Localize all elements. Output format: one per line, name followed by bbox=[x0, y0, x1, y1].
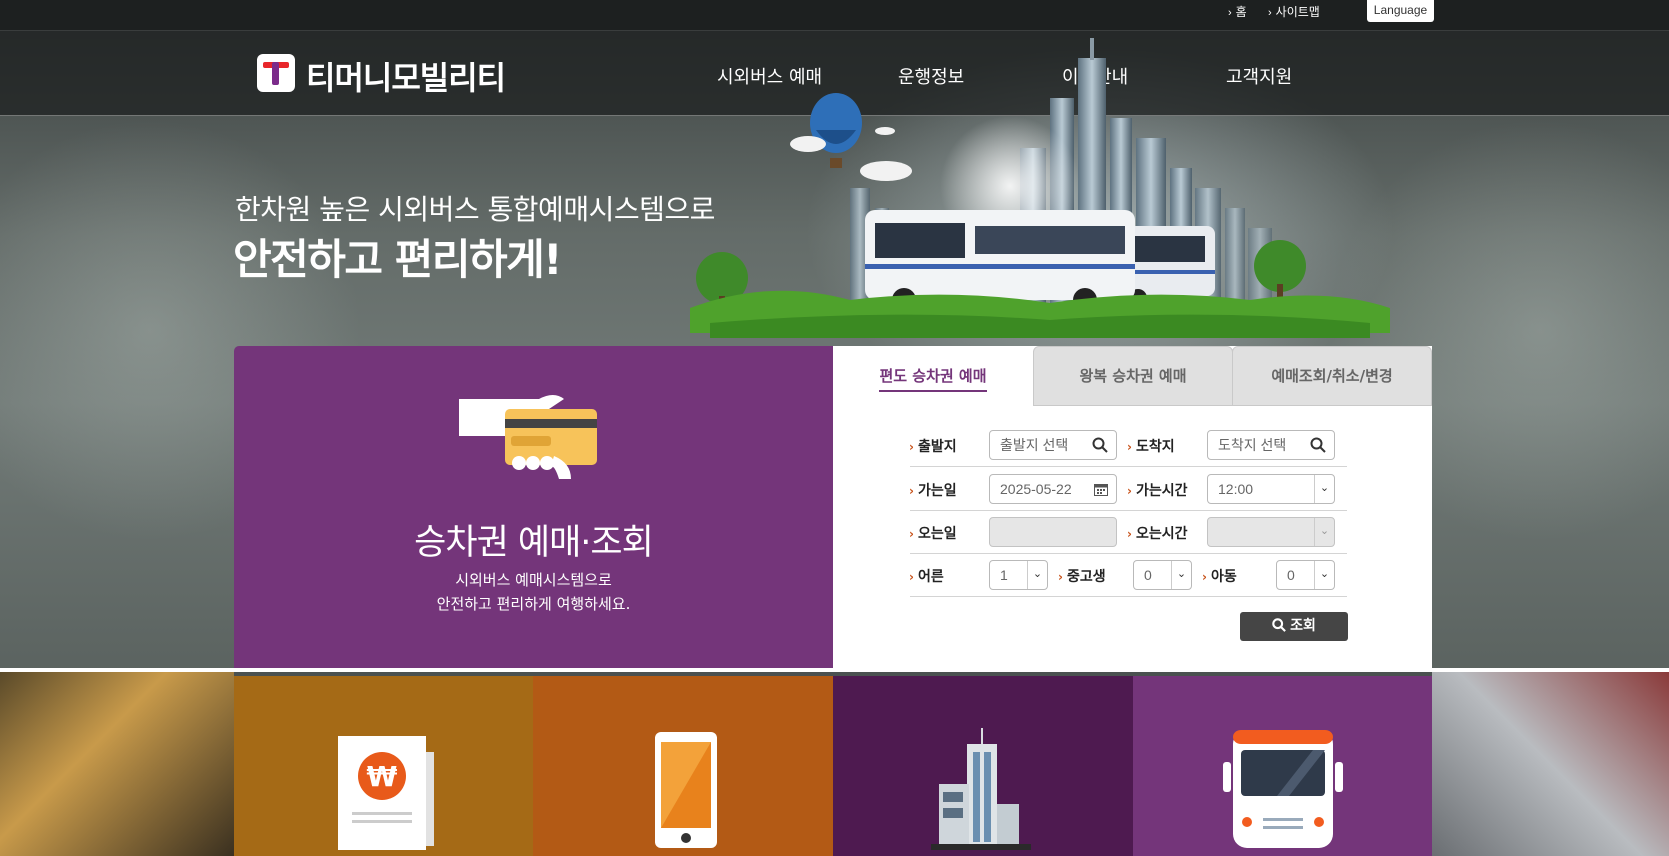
chevron-down-icon: ⌄ bbox=[1314, 561, 1334, 589]
calendar-icon bbox=[1094, 484, 1108, 496]
search-button[interactable]: 조회 bbox=[1240, 612, 1348, 641]
chevron-down-icon: ⌄ bbox=[1171, 561, 1191, 589]
divider bbox=[910, 510, 1347, 511]
divider bbox=[910, 466, 1347, 467]
return-time-label: › 오는시간 bbox=[1127, 526, 1188, 542]
child-count-value: 0 bbox=[1287, 567, 1295, 583]
receipt-won-icon: ₩ bbox=[338, 736, 434, 850]
city-bus-illustration bbox=[690, 38, 1390, 338]
tab-one-way-label: 편도 승차권 예매 bbox=[879, 367, 987, 385]
return-date-label: › 오는일 bbox=[909, 526, 957, 542]
departure-label: › 출발지 bbox=[909, 439, 957, 455]
return-date-input[interactable] bbox=[989, 517, 1117, 547]
quick-link-fare[interactable]: ₩ bbox=[234, 676, 533, 856]
adult-count-select[interactable]: 1 ⌄ bbox=[989, 560, 1048, 590]
building-icon bbox=[931, 728, 1031, 850]
tab-reservation-lookup[interactable]: 예매조회/취소/변경 bbox=[1232, 346, 1432, 406]
chevron-down-icon: ⌄ bbox=[1314, 518, 1334, 546]
hero-subtitle: 한차원 높은 시외버스 통합예매시스템으로 bbox=[235, 193, 715, 226]
divider bbox=[910, 596, 1347, 597]
youth-label: › 중고생 bbox=[1058, 569, 1106, 585]
go-date-value: 2025-05-22 bbox=[1000, 481, 1072, 497]
departure-input[interactable]: 출발지 선택 bbox=[989, 430, 1117, 460]
home-link-label: 홈 bbox=[1235, 5, 1247, 19]
section-divider bbox=[0, 668, 1669, 672]
home-link[interactable]: › 홈 bbox=[1228, 3, 1247, 20]
mobile-phone-icon bbox=[655, 732, 717, 848]
child-label: › 아동 bbox=[1202, 569, 1237, 585]
card-in-hand-icon bbox=[459, 395, 597, 479]
go-time-select[interactable]: 12:00 ⌄ bbox=[1207, 474, 1335, 504]
chevron-down-icon: ⌄ bbox=[1027, 561, 1047, 589]
panel-desc-line1: 시외버스 예매시스템으로 bbox=[455, 571, 612, 589]
panel-title: 승차권 예매·조회 bbox=[414, 523, 654, 563]
language-button[interactable]: Language bbox=[1367, 0, 1434, 22]
sitemap-link[interactable]: › 사이트맵 bbox=[1268, 3, 1320, 20]
svg-text:₩: ₩ bbox=[367, 760, 398, 793]
ticket-promo-panel: 승차권 예매·조회 시외버스 예매시스템으로 안전하고 편리하게 여행하세요. bbox=[234, 346, 843, 672]
youth-count-select[interactable]: 0 ⌄ bbox=[1133, 560, 1192, 590]
quick-link-mobile[interactable] bbox=[533, 676, 833, 856]
left-street-photo bbox=[0, 672, 234, 856]
arrival-label: › 도착지 bbox=[1127, 439, 1175, 455]
booking-tabs: 편도 승차권 예매 왕복 승차권 예매 예매조회/취소/변경 bbox=[833, 346, 1432, 406]
search-button-label: 조회 bbox=[1290, 618, 1316, 634]
arrival-input[interactable]: 도착지 선택 bbox=[1207, 430, 1335, 460]
adult-count-value: 1 bbox=[1000, 567, 1008, 583]
sitemap-link-label: 사이트맵 bbox=[1275, 5, 1320, 19]
panel-desc-line2: 안전하고 편리하게 여행하세요. bbox=[436, 595, 631, 613]
hero-title: 안전하고 편리하게! bbox=[233, 235, 562, 284]
utility-bar: › 홈 › 사이트맵 Language bbox=[0, 0, 1669, 31]
departure-placeholder: 출발지 선택 bbox=[1000, 437, 1069, 453]
search-icon bbox=[1310, 437, 1326, 453]
brand-logo-icon[interactable] bbox=[257, 54, 295, 92]
go-date-label: › 가는일 bbox=[909, 483, 957, 499]
chevron-down-icon: ⌄ bbox=[1314, 475, 1334, 503]
right-street-photo bbox=[1432, 672, 1669, 856]
tab-round-trip[interactable]: 왕복 승차권 예매 bbox=[1033, 346, 1233, 406]
go-time-value: 12:00 bbox=[1218, 481, 1254, 497]
go-date-input[interactable]: 2025-05-22 bbox=[989, 474, 1117, 504]
brand-name[interactable]: 티머니모빌리티 bbox=[306, 53, 506, 99]
adult-label: › 어른 bbox=[909, 569, 944, 585]
youth-count-value: 0 bbox=[1144, 567, 1152, 583]
quick-link-bus[interactable] bbox=[1133, 676, 1432, 856]
search-icon bbox=[1092, 437, 1108, 453]
go-time-label: › 가는시간 bbox=[1127, 483, 1188, 499]
search-icon bbox=[1272, 618, 1286, 632]
return-time-select[interactable]: ⌄ bbox=[1207, 517, 1335, 547]
child-count-select[interactable]: 0 ⌄ bbox=[1276, 560, 1335, 590]
bus-front-icon bbox=[1223, 730, 1343, 848]
quick-link-terminal[interactable] bbox=[833, 676, 1133, 856]
divider bbox=[910, 553, 1347, 554]
arrival-placeholder: 도착지 선택 bbox=[1218, 437, 1287, 453]
tab-one-way[interactable]: 편도 승차권 예매 bbox=[833, 346, 1033, 406]
